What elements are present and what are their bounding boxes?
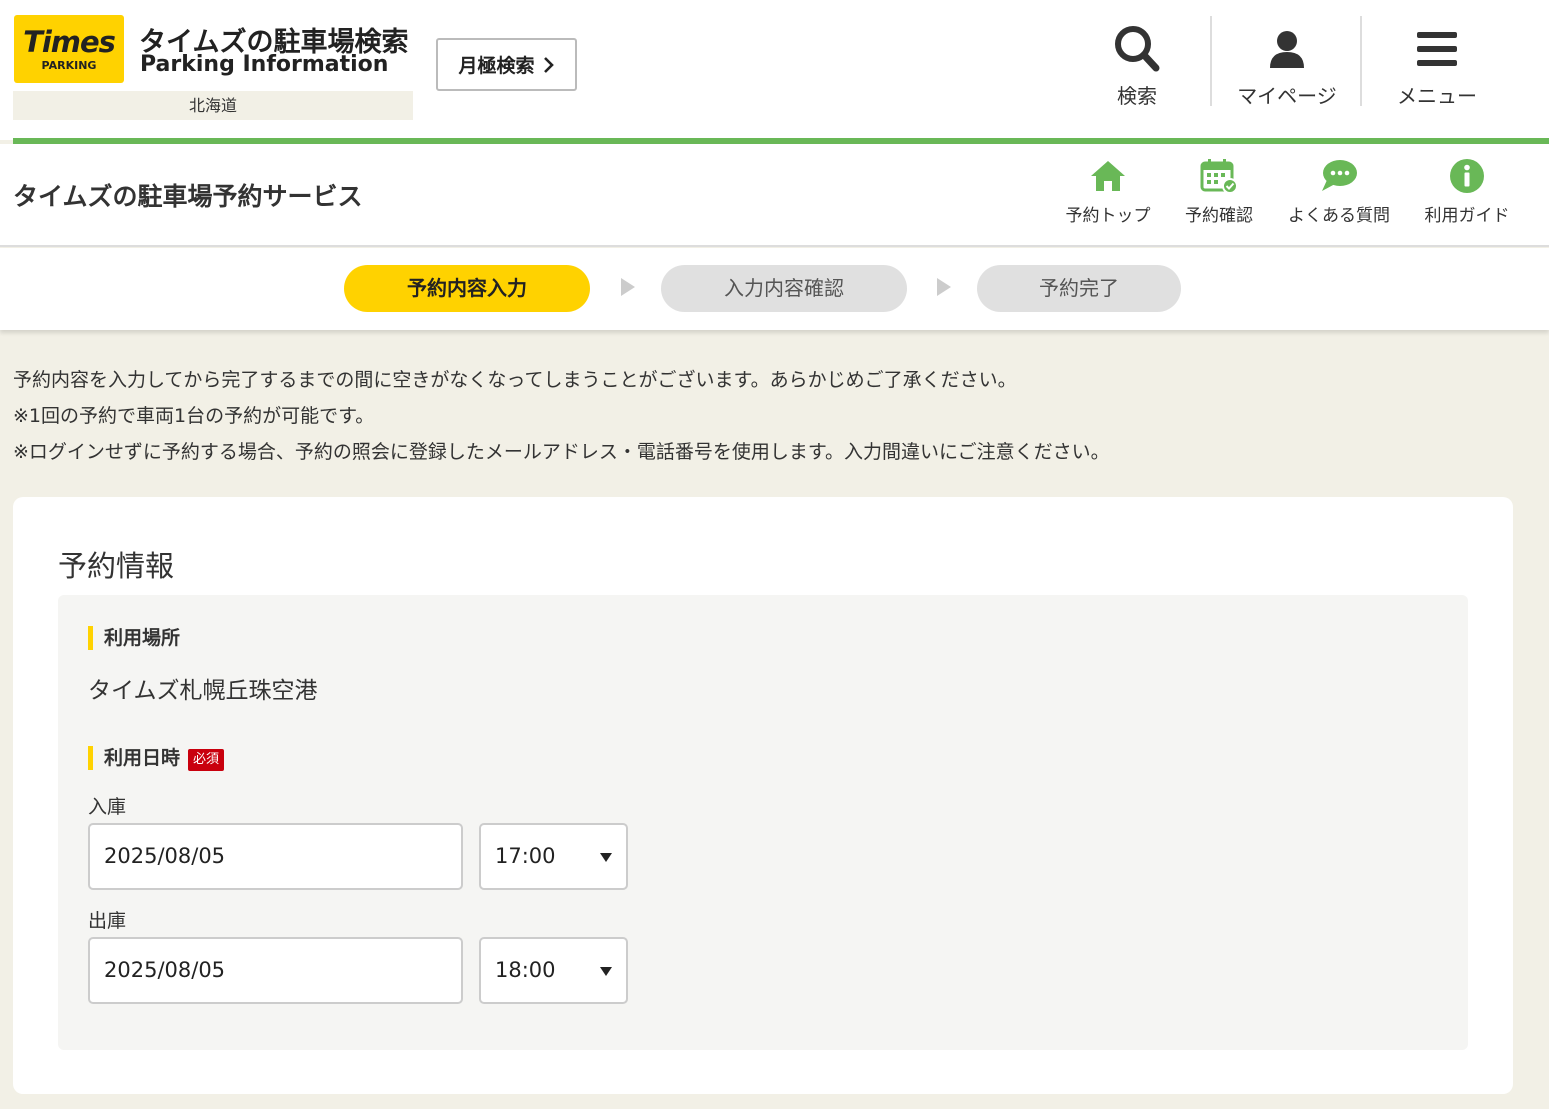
exit-time-select[interactable]: 18:00 (479, 937, 628, 1004)
service-nav-reservation-check[interactable]: 予約確認 (1159, 158, 1279, 226)
entry-time-value: 17:00 (495, 844, 556, 868)
step-confirm: 入力内容確認 (661, 265, 907, 312)
note-line: ※ログインせずに予約する場合、予約の照会に登録したメールアドレス・電話番号を使用… (13, 441, 1110, 463)
service-nav-faq-label: よくある質問 (1288, 206, 1390, 226)
header-nav-search-label: 検索 (1117, 84, 1157, 108)
step-input: 予約内容入力 (344, 265, 590, 312)
calendar-check-icon (1200, 159, 1238, 194)
entry-date-input[interactable]: 2025/08/05 (88, 823, 463, 890)
header-nav-menu[interactable]: メニュー (1362, 16, 1512, 108)
logo-times-text: Times (23, 25, 116, 59)
chevron-right-icon (543, 56, 554, 73)
region-label: 北海道 (13, 91, 413, 120)
progress-steps: 予約内容入力 入力内容確認 予約完了 (0, 248, 1549, 330)
service-nav-faq[interactable]: よくある質問 (1279, 158, 1399, 226)
place-section-label: 利用場所 (88, 626, 180, 650)
note-line: 予約内容を入力してから完了するまでの間に空きがなくなってしまうことがございます。… (13, 369, 1017, 391)
service-nav-reservation-check-label: 予約確認 (1185, 206, 1253, 226)
reservation-service-bar: タイムズの駐車場予約サービス 予約トップ 予約確認 よくある質問 利用ガイド (0, 144, 1549, 247)
user-icon (1270, 31, 1304, 68)
required-badge: 必須 (188, 749, 225, 771)
service-nav-reservation-top-label: 予約トップ (1065, 206, 1151, 226)
caret-down-icon (600, 967, 612, 976)
home-icon (1091, 161, 1125, 191)
caret-down-icon (600, 853, 612, 862)
times-parking-logo[interactable]: Times PARKING (14, 15, 124, 83)
service-nav-guide-label: 利用ガイド (1424, 206, 1510, 226)
chat-bubble-icon (1322, 160, 1357, 191)
service-nav-reservation-top[interactable]: 予約トップ (1048, 158, 1168, 226)
step-arrow-icon (621, 278, 635, 296)
exit-time-value: 18:00 (495, 958, 556, 982)
service-nav-guide[interactable]: 利用ガイド (1407, 158, 1527, 226)
service-title: タイムズの駐車場予約サービス (13, 182, 363, 211)
monthly-search-label: 月極検索 (458, 55, 535, 77)
datetime-section-label: 利用日時 必須 (88, 746, 225, 771)
step-arrow-icon (937, 278, 951, 296)
menu-icon (1417, 32, 1457, 66)
monthly-search-button[interactable]: 月極検索 (436, 38, 577, 91)
header-nav-mypage[interactable]: マイページ (1212, 16, 1362, 108)
header-nav-mypage-label: マイページ (1237, 84, 1337, 108)
parking-place-value: タイムズ札幌丘珠空港 (88, 678, 318, 704)
step-complete: 予約完了 (977, 265, 1181, 312)
entry-time-select[interactable]: 17:00 (479, 823, 628, 890)
entry-label: 入庫 (88, 796, 127, 818)
site-subtitle: Parking Information (140, 52, 389, 77)
reservation-notes: 予約内容を入力してから完了するまでの間に空きがなくなってしまうことがございます。… (13, 362, 1110, 470)
datetime-label-text: 利用日時 (104, 747, 181, 769)
exit-label: 出庫 (88, 910, 127, 932)
search-icon (1115, 26, 1160, 72)
header-nav-search[interactable]: 検索 (1062, 16, 1212, 108)
reservation-info-title: 予約情報 (58, 549, 175, 583)
info-icon (1450, 159, 1484, 193)
place-label-text: 利用場所 (104, 627, 181, 649)
reservation-info-panel: 利用場所 タイムズ札幌丘珠空港 利用日時 必須 入庫 2025/08/05 17:… (58, 595, 1468, 1050)
note-line: ※1回の予約で車両1台の予約が可能です。 (13, 405, 375, 427)
exit-date-input[interactable]: 2025/08/05 (88, 937, 463, 1004)
reservation-info-card: 予約情報 利用場所 タイムズ札幌丘珠空港 利用日時 必須 入庫 2025/08/0… (13, 497, 1513, 1094)
logo-parking-text: PARKING (41, 59, 97, 72)
header-nav-menu-label: メニュー (1397, 84, 1477, 108)
site-header: Times PARKING タイムズの駐車場検索 Parking Informa… (0, 0, 1549, 140)
